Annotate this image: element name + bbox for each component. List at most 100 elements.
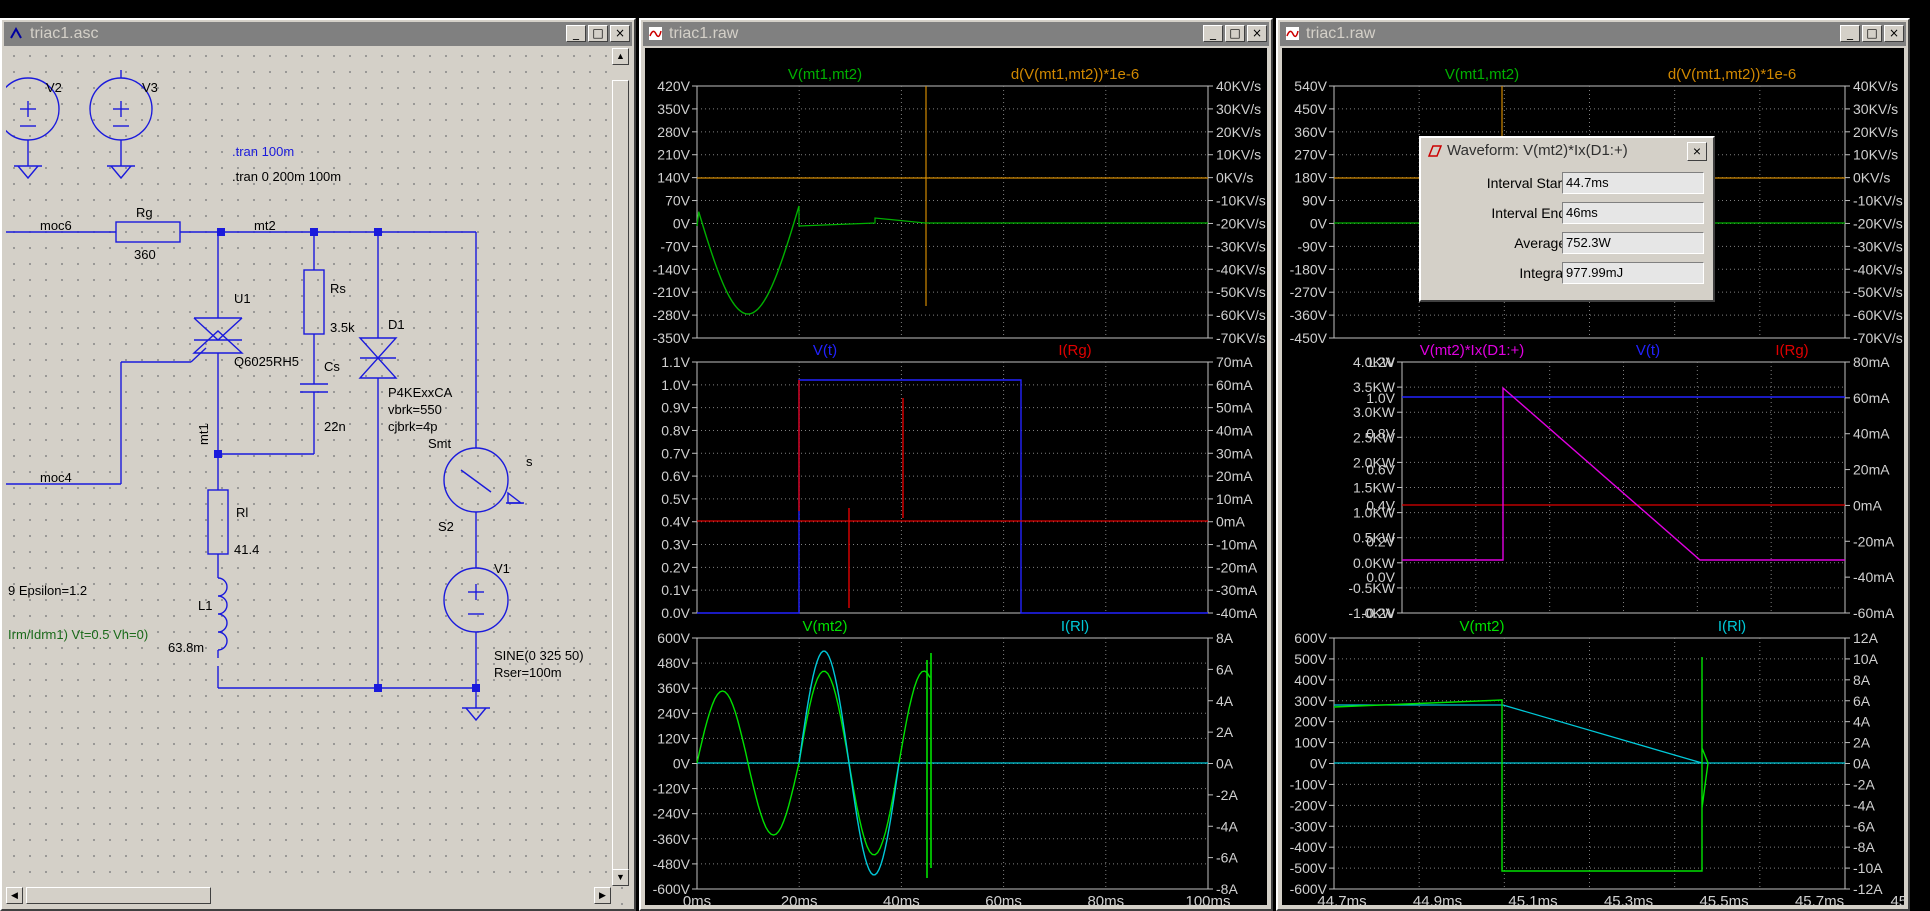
y2-tick-label: -60mA — [1853, 605, 1895, 621]
average-field[interactable]: 752.3W — [1562, 232, 1704, 254]
minimize-button[interactable]: _ — [1203, 25, 1223, 42]
maximize-button[interactable]: □ — [1862, 25, 1882, 42]
y-tick-label: -240V — [653, 806, 691, 822]
y2-tick-label: 0A — [1216, 756, 1234, 772]
y2-tick-label: -70KV/s — [1216, 330, 1266, 346]
scroll-thumb-vertical[interactable] — [612, 80, 629, 880]
net-label-moc4: moc4 — [40, 470, 72, 485]
trace-label[interactable]: I(Rl) — [1718, 618, 1746, 635]
y-tick-label-inner: 1.0V — [1366, 390, 1395, 406]
scroll-up-button[interactable]: ▲ — [612, 48, 629, 65]
rs-name: Rs — [330, 281, 346, 296]
schematic-vertical-scrollbar[interactable]: ▲ ▼ — [611, 48, 630, 886]
minimize-button[interactable]: _ — [1840, 25, 1860, 42]
x-tick-label: 80ms — [1087, 893, 1124, 905]
y-tick-label: 0.0V — [661, 605, 690, 621]
integral-field[interactable]: 977.99mJ — [1562, 262, 1704, 284]
tran-directive-active[interactable]: .tran 100m — [232, 144, 294, 159]
interval-end-field[interactable]: 46ms — [1562, 202, 1704, 224]
y2-tick-label: 30mA — [1216, 445, 1253, 461]
y-tick-label: -400V — [1290, 839, 1328, 855]
x-tick-label: 45.7ms — [1795, 893, 1844, 905]
x-tick-label: 45.5ms — [1699, 893, 1748, 905]
maximize-button[interactable]: □ — [1225, 25, 1245, 42]
close-button[interactable]: × — [1247, 25, 1267, 42]
y2-tick-label: 50mA — [1216, 400, 1253, 416]
trace-label[interactable]: V(mt2)*Ix(D1:+) — [1420, 342, 1525, 359]
trace-label[interactable]: I(Rg) — [1058, 342, 1091, 359]
dialog-close-button[interactable]: × — [1687, 142, 1707, 161]
trace-label[interactable]: V(mt2) — [803, 618, 848, 635]
scroll-left-button[interactable]: ◀ — [6, 887, 23, 904]
waveform-app-icon — [1286, 27, 1299, 40]
trace-label[interactable]: d(V(mt1,mt2))*1e-6 — [1011, 66, 1139, 83]
rl-value: 41.4 — [234, 542, 259, 557]
waveform-window-2-title: triac1.raw — [1306, 25, 1376, 42]
d1-param-cjbrk: cjbrk=4p — [388, 419, 438, 434]
scroll-thumb-horizontal[interactable] — [26, 887, 211, 904]
schematic-canvas[interactable]: V2 V3 .tran 100m .tran 0 200m 100m moc6 … — [6, 48, 630, 905]
y2-tick-label: -50KV/s — [1216, 284, 1266, 300]
y-tick-label: 0.2V — [661, 559, 690, 575]
y2-tick-label: 70mA — [1216, 354, 1253, 370]
maximize-button[interactable]: □ — [588, 25, 608, 42]
close-button[interactable]: × — [1884, 25, 1904, 42]
interval-start-field[interactable]: 44.7ms — [1562, 172, 1704, 194]
waveform-measure-dialog: Waveform: V(mt2)*Ix(D1:+) × Interval Sta… — [1419, 136, 1715, 302]
y2-tick-label: 20KV/s — [1853, 124, 1898, 140]
close-button[interactable]: × — [610, 25, 630, 42]
scroll-right-button[interactable]: ▶ — [594, 887, 611, 904]
y-tick-label: 1.1V — [661, 354, 690, 370]
interval-end-row: Interval End: 46ms — [1421, 202, 1711, 226]
y-tick-label: -280V — [653, 307, 691, 323]
y-tick-label: -200V — [1290, 797, 1328, 813]
waveform-window-2-titlebar[interactable]: triac1.raw _ □ × — [1280, 22, 1906, 46]
trace-label[interactable]: V(mt1,mt2) — [1445, 66, 1519, 83]
y2-tick-label: -20mA — [1216, 559, 1258, 575]
y-tick-label: 0.6V — [661, 468, 690, 484]
y-tick-label: 420V — [657, 78, 690, 94]
y2-tick-label: -20mA — [1853, 533, 1895, 549]
waveform-window-1-plot-area[interactable]: 420V 350V 280V 210V 140V 70V 0V -70V -140V -210V -… — [645, 48, 1267, 905]
waveform-window-1-titlebar[interactable]: triac1.raw _ □ × — [643, 22, 1269, 46]
screen-top-bar — [0, 0, 1930, 18]
y2-tick-label: 40mA — [1853, 426, 1890, 442]
dialog-titlebar[interactable]: Waveform: V(mt2)*Ix(D1:+) × — [1423, 140, 1711, 162]
net-label-mt2: mt2 — [254, 218, 276, 233]
trace-label[interactable]: V(t) — [813, 342, 837, 359]
waveform-window-1-plots[interactable]: 420V 350V 280V 210V 140V 70V 0V -70V -140V -210V -… — [645, 48, 1267, 905]
tran-directive-comment[interactable]: .tran 0 200m 100m — [232, 169, 341, 184]
y-tick-label: 0.9V — [661, 400, 690, 416]
trace-label[interactable]: V(mt2) — [1460, 618, 1505, 635]
y2-tick-label: -8A — [1853, 839, 1875, 855]
y-tick-label: 280V — [657, 124, 690, 140]
y2-tick-label: 60mA — [1853, 390, 1890, 406]
l1-name: L1 — [198, 598, 212, 613]
x-tick-label: 0ms — [683, 893, 711, 905]
x-tick-label: 45.1ms — [1508, 893, 1557, 905]
y-tick-label: 0V — [673, 215, 691, 231]
minimize-button[interactable]: _ — [566, 25, 586, 42]
y-tick-label: -360V — [1290, 307, 1328, 323]
schematic-titlebar[interactable]: triac1.asc _ □ × — [4, 22, 632, 46]
plot-frame — [696, 85, 1209, 339]
trace-label[interactable]: I(Rg) — [1775, 342, 1808, 359]
trace-label[interactable]: d(V(mt1,mt2))*1e-6 — [1668, 66, 1796, 83]
y-tick-label: 360V — [1294, 124, 1327, 140]
y2-tick-label: -50KV/s — [1853, 284, 1903, 300]
dialog-title: Waveform: V(mt2)*Ix(D1:+) — [1447, 142, 1628, 159]
trace-label[interactable]: V(t) — [1636, 342, 1660, 359]
y-tick-label: 200V — [1294, 714, 1327, 730]
schematic-horizontal-scrollbar[interactable]: ◀ ▶ — [6, 886, 611, 905]
y2-tick-label: 2A — [1216, 724, 1234, 740]
y-tick-label: 0.7V — [661, 445, 690, 461]
x-tick-label: 45.9ms — [1890, 893, 1904, 905]
y2-tick-label: 10A — [1853, 651, 1879, 667]
y-tick-label: 500V — [1294, 651, 1327, 667]
rg-name: Rg — [136, 205, 153, 220]
y-tick-label: 180V — [1294, 170, 1327, 186]
y-tick-label: 1.0V — [661, 377, 690, 393]
trace-label[interactable]: I(Rl) — [1061, 618, 1089, 635]
scroll-down-button[interactable]: ▼ — [612, 869, 629, 886]
trace-label[interactable]: V(mt1,mt2) — [788, 66, 862, 83]
